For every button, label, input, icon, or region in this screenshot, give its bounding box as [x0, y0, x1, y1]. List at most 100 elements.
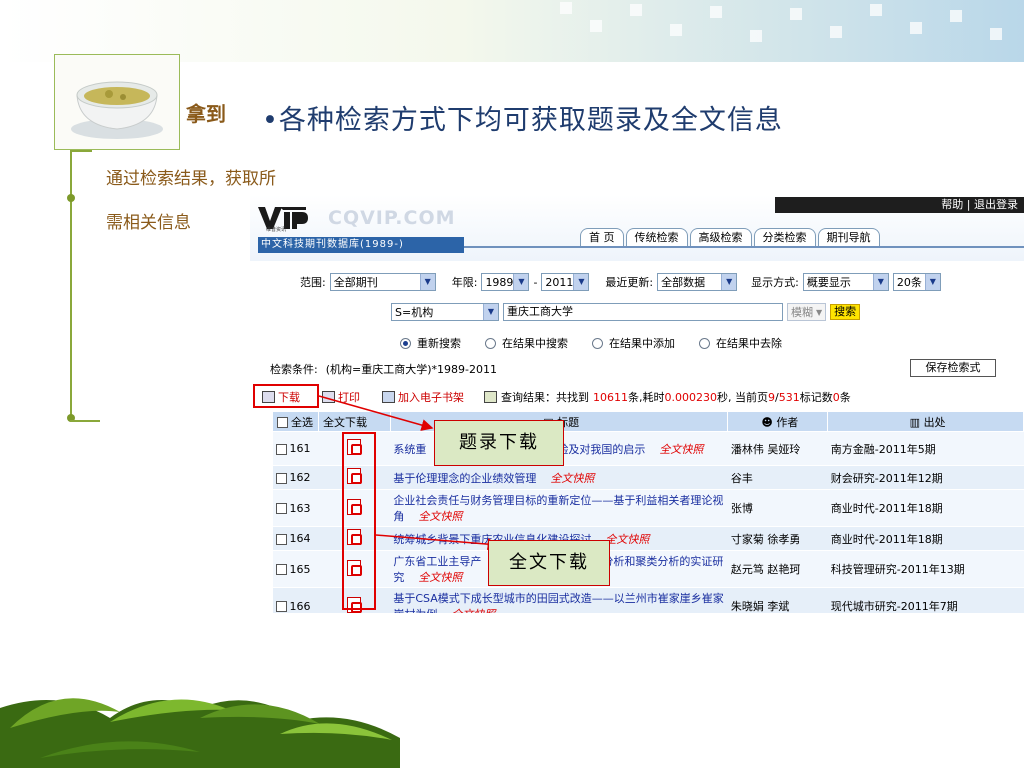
query-row: S=机构 ▼ 重庆工商大学 模糊 ▼ 搜索	[391, 303, 861, 321]
chevron-down-icon: ▼	[513, 274, 529, 290]
fulltext-header: 全文下载	[317, 411, 391, 432]
tab-category-search[interactable]: 分类检索	[753, 228, 816, 246]
update-select[interactable]: 全部数据 ▼	[657, 273, 738, 291]
radio-new-search[interactable]	[400, 337, 411, 349]
slide-title: •各种检索方式下均可获取题录及全文信息	[262, 105, 783, 136]
author-header: ☻ 作者	[727, 411, 829, 432]
timeline-connector	[70, 420, 100, 422]
row-checkbox[interactable]	[275, 503, 287, 514]
fulltext-snapshot-link[interactable]: 全文快照	[418, 510, 462, 523]
radio-search-in-results[interactable]	[485, 337, 496, 349]
timeline-line	[70, 150, 72, 420]
print-button[interactable]: 打印	[322, 389, 360, 405]
cqvip-brand: CQVIP.COM	[328, 207, 456, 229]
source[interactable]: 商业时代-2011年18期	[827, 489, 1024, 527]
tab-journal-nav[interactable]: 期刊导航	[817, 228, 880, 246]
chevron-down-icon: ▼	[721, 274, 737, 290]
row-checkbox[interactable]	[275, 443, 287, 455]
slide-subtitle-line2: 需相关信息	[106, 213, 191, 233]
chevron-down-icon: ▼	[872, 274, 888, 290]
display-select[interactable]: 概要显示 ▼	[802, 273, 889, 291]
save-query-button[interactable]: 保存检索式	[910, 359, 996, 377]
years-label: 年限:	[451, 276, 478, 289]
search-button[interactable]: 搜索	[830, 304, 861, 320]
table-row: 162 基于伦理理念的企业绩效管理 全文快照 谷丰 财会研究-2011年12期	[272, 465, 1024, 490]
author[interactable]: 赵元笃 赵艳珂	[727, 550, 828, 588]
checkbox[interactable]	[277, 417, 288, 428]
author[interactable]: 张博	[727, 489, 828, 527]
edit-icon	[484, 391, 497, 403]
timeline-connector	[70, 150, 92, 152]
year-from-select[interactable]: 1989 ▼	[481, 273, 530, 291]
timeline-dot	[67, 194, 75, 202]
tab-home[interactable]: 首 页	[580, 228, 624, 246]
scope-label: 范围:	[300, 276, 326, 289]
radio-add-to-results[interactable]	[592, 337, 603, 349]
tea-cup-image	[54, 54, 180, 150]
chevron-down-icon: ▼	[419, 274, 435, 290]
author[interactable]: 朱晓娟 李斌	[727, 587, 828, 613]
table-row: 164 统筹城乡背景下重庆农业信息化建设探讨 全文快照 寸家菊 徐孝勇 商业时代-…	[272, 526, 1024, 551]
logo-small-text: 维普资讯	[266, 227, 287, 233]
nav-underline	[464, 246, 1024, 248]
source-header: ▥ 出处	[827, 411, 1024, 432]
source[interactable]: 南方金融-2011年5期	[827, 431, 1024, 466]
help-link[interactable]: 帮助	[941, 198, 963, 211]
source[interactable]: 商业时代-2011年18期	[827, 526, 1024, 551]
people-icon: ☻	[761, 415, 777, 429]
table-row: 161 系统重 经验及对我国的启示 全文快照 潘林伟 吴娅玲 南方金融-2011年5…	[272, 431, 1024, 466]
pdf-column-highlight-frame	[342, 432, 376, 610]
top-decoration	[0, 0, 1024, 62]
article-title-link[interactable]: 基于CSA模式下成长型城市的田园式改造——以兰州市崔家崖乡崔家崖村为例	[393, 592, 723, 613]
download-highlight-frame	[253, 384, 319, 408]
printer-icon	[322, 391, 335, 403]
table-row: 163 企业社会责任与财务管理目标的重新定位——基于利益相关者理论视角 全文快照 …	[272, 489, 1024, 527]
filter-row: 范围: 全部期刊 ▼ 年限: 1989 ▼ - 2011 ▼ 最近更新: 全部数据 ▼ …	[300, 273, 941, 291]
source[interactable]: 财会研究-2011年12期	[827, 465, 1024, 490]
scope-select[interactable]: 全部期刊 ▼	[329, 273, 436, 291]
update-label: 最近更新:	[605, 276, 654, 289]
condition-label: 检索条件:	[270, 363, 318, 376]
table-row: 165 广东省工业主导产 子分析和聚类分析的实证研究 全文快照 赵元笃 赵艳珂 科技…	[272, 550, 1024, 588]
slide-subtitle-line1: 通过检索结果，获取所	[106, 169, 276, 189]
radio-remove-from-results[interactable]	[699, 337, 710, 349]
search-mode-radios: 重新搜索 在结果中搜索 在结果中添加 在结果中去除	[400, 335, 782, 351]
results-summary: 查询结果：共找到 10611 条,耗时 0.000230 秒, 当前页 9 / …	[484, 389, 851, 405]
tab-advanced-search[interactable]: 高级检索	[689, 228, 752, 246]
row-checkbox[interactable]	[275, 472, 287, 484]
logout-link[interactable]: 退出登录	[974, 198, 1018, 211]
fuzzy-select[interactable]: 模糊 ▼	[787, 303, 827, 321]
fulltext-snapshot-link[interactable]: 全文快照	[659, 443, 703, 456]
row-checkbox[interactable]	[275, 533, 287, 545]
author[interactable]: 谷丰	[727, 465, 828, 490]
search-condition: 检索条件: (机构=重庆工商大学)*1989-2011	[270, 361, 497, 377]
per-page-select[interactable]: 20条 ▼	[892, 273, 941, 291]
fulltext-snapshot-link[interactable]: 全文快照	[451, 608, 495, 613]
slide-tag: 拿到	[186, 102, 226, 126]
top-links-bar: 帮助 | 退出登录	[775, 197, 1024, 213]
field-select[interactable]: S=机构 ▼	[391, 303, 499, 321]
source[interactable]: 科技管理研究-2011年13期	[827, 550, 1024, 588]
query-input[interactable]: 重庆工商大学	[503, 303, 783, 321]
row-checkbox[interactable]	[275, 564, 287, 575]
year-to-select[interactable]: 2011 ▼	[541, 273, 590, 291]
select-all-header[interactable]: 全选	[272, 411, 319, 432]
article-title-link[interactable]: 基于伦理理念的企业绩效管理	[393, 472, 536, 485]
results-toolbar: 下载 打印 加入电子书架 查询结果：共找到 10611 条,耗时 0.00023…	[250, 387, 1024, 407]
chevron-down-icon: ▼	[816, 307, 823, 317]
author[interactable]: 潘林伟 吴娅玲	[727, 431, 828, 466]
fulltext-snapshot-link[interactable]: 全文快照	[418, 571, 462, 584]
author[interactable]: 寸家菊 徐孝勇	[727, 526, 828, 551]
chevron-down-icon: ▼	[573, 274, 589, 290]
add-to-shelf-button[interactable]: 加入电子书架	[382, 389, 464, 405]
results-table: 全选 全文下载 ▤ 标题 ☻ 作者 ▥ 出处 161 系统重经验及对我国的启示全…	[272, 411, 1024, 613]
source[interactable]: 现代城市研究-2011年7期	[827, 587, 1024, 613]
row-checkbox[interactable]	[275, 601, 287, 612]
display-label: 显示方式:	[751, 276, 799, 289]
tab-traditional-search[interactable]: 传统检索	[625, 228, 688, 246]
fulltext-snapshot-link[interactable]: 全文快照	[605, 533, 649, 546]
fulltext-snapshot-link[interactable]: 全文快照	[550, 472, 594, 485]
tea-leaves-decoration	[0, 648, 400, 768]
main-nav: 首 页 传统检索 高级检索 分类检索 期刊导航	[580, 228, 880, 246]
chevron-down-icon: ▼	[924, 274, 940, 290]
